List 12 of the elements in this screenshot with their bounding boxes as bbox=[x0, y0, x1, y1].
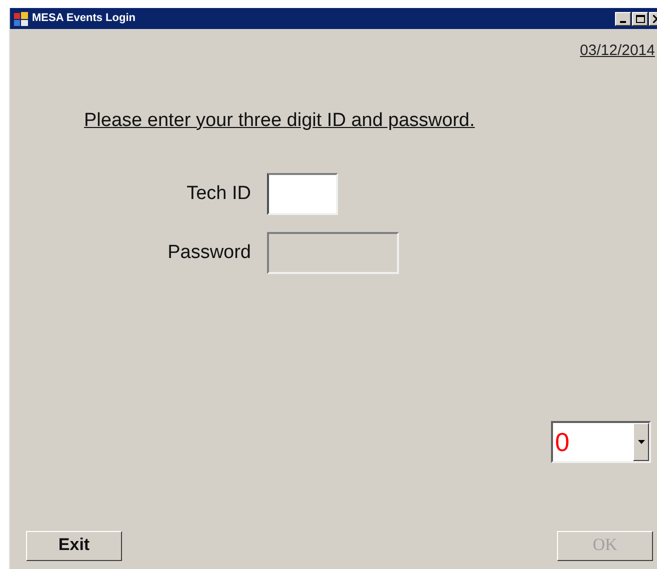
maximize-button[interactable] bbox=[632, 12, 648, 26]
caret-icon bbox=[638, 440, 644, 444]
date-label: 03/12/2014 bbox=[580, 41, 655, 61]
instruction-text: Please enter your three digit ID and password. bbox=[84, 110, 475, 130]
window-title: MESA Events Login bbox=[32, 11, 136, 26]
exit-button[interactable]: Exit bbox=[26, 531, 122, 561]
number-dropdown[interactable]: 0 bbox=[551, 421, 651, 463]
id-field[interactable] bbox=[267, 173, 338, 215]
field-label: Tech ID bbox=[186, 182, 252, 206]
minimize-button[interactable] bbox=[615, 12, 631, 26]
field-label: Password bbox=[166, 240, 252, 265]
app-icon bbox=[13, 10, 29, 26]
